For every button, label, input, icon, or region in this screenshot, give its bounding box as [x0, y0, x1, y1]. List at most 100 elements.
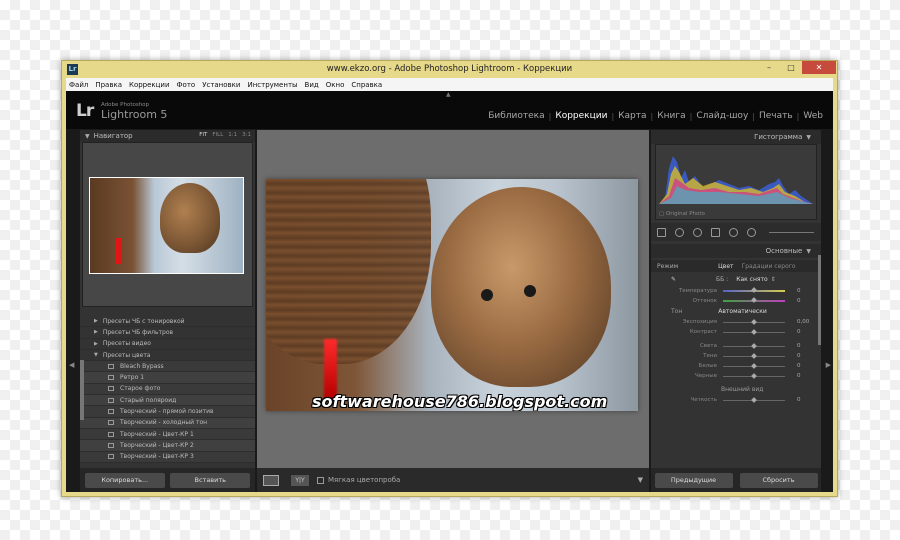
preset-group[interactable]: ▼ Пресеты цвета	[80, 350, 255, 362]
adjustment-brush-icon[interactable]	[747, 227, 756, 237]
menu-photo[interactable]: Фото	[177, 81, 196, 89]
crop-tool-icon[interactable]	[657, 227, 666, 237]
navigator-header[interactable]: ▼ Навигатор FIT FILL 1:1 3:1	[80, 130, 255, 142]
spot-removal-icon[interactable]	[675, 227, 684, 237]
top-panel-toggle-icon[interactable]: ▲	[446, 91, 451, 98]
minimize-button[interactable]: –	[758, 61, 780, 74]
contrast-slider-row[interactable]: Контраст 0	[651, 327, 821, 337]
tint-slider-row[interactable]: Оттенок 0	[651, 296, 821, 306]
shadows-slider[interactable]	[723, 352, 785, 359]
temperature-slider[interactable]	[723, 287, 785, 293]
original-photo-label: ▢ Original Photo	[659, 211, 705, 217]
menu-settings[interactable]: Установки	[202, 81, 240, 89]
zoom-fit[interactable]: FIT	[199, 132, 207, 138]
contrast-slider[interactable]	[723, 328, 785, 335]
mode-color-option[interactable]: Цвет	[718, 263, 733, 270]
photo-canvas[interactable]: softwarehouse786.blogspot.com	[257, 130, 649, 468]
auto-tone-button[interactable]: Автоматически	[718, 308, 766, 315]
blacks-slider-row[interactable]: Черные 0	[651, 371, 821, 381]
mode-grayscale-option[interactable]: Градации серого	[742, 263, 796, 270]
basic-title: Основные	[765, 247, 803, 255]
preset-group[interactable]: ▶ Пресеты видео	[80, 339, 255, 350]
wb-dropdown-icon: ⇕	[770, 275, 776, 283]
whites-slider-row[interactable]: Белые 0	[651, 361, 821, 371]
preset-group[interactable]: ▶ Пресеты ЧБ с тонировкой	[80, 316, 255, 328]
preset-item[interactable]: Старый поляроид	[80, 395, 255, 407]
histogram-header[interactable]: Гистограмма ▼	[651, 130, 821, 144]
eyedropper-icon[interactable]: ✎	[671, 276, 676, 283]
module-library[interactable]: Библиотека	[484, 111, 548, 121]
clarity-slider-row[interactable]: Четкость 0	[651, 395, 821, 405]
preset-icon	[108, 386, 114, 392]
tool-strip	[651, 223, 821, 241]
module-book[interactable]: Книга	[653, 111, 689, 121]
copy-button[interactable]: Копировать...	[84, 472, 165, 488]
watermark-text: softwarehouse786.blogspot.com	[312, 392, 608, 411]
clarity-slider[interactable]	[723, 396, 785, 403]
preset-item[interactable]: Творческий - Цвет-КР 3	[80, 451, 255, 463]
histogram[interactable]: ▢ Original Photo	[655, 144, 817, 220]
module-print[interactable]: Печать	[755, 111, 797, 121]
menu-develop[interactable]: Коррекции	[129, 81, 170, 89]
right-panel-scrollbar[interactable]	[818, 255, 821, 345]
maximize-button[interactable]: □	[780, 61, 802, 74]
exposure-slider-row[interactable]: Экспозиция 0,00	[651, 317, 821, 327]
basic-header[interactable]: Основные ▼	[651, 244, 821, 258]
navigator-thumbnail[interactable]	[89, 177, 244, 274]
exposure-slider[interactable]	[723, 318, 785, 325]
reset-button[interactable]: Сбросить	[739, 472, 818, 488]
left-panel-scrollbar[interactable]	[80, 360, 84, 420]
preset-icon	[108, 442, 114, 448]
zoom-fill[interactable]: FILL	[212, 132, 223, 138]
tool-amount-slider[interactable]	[769, 231, 814, 233]
preset-icon	[108, 431, 114, 437]
right-panel-toggle-icon[interactable]: ▶	[826, 361, 831, 369]
menu-help[interactable]: Справка	[351, 81, 382, 89]
loupe-view-icon[interactable]	[263, 474, 279, 486]
menu-window[interactable]: Окно	[326, 81, 345, 89]
graduated-filter-icon[interactable]	[711, 227, 720, 237]
radial-filter-icon[interactable]	[729, 227, 738, 237]
white-balance-row: ✎ ББ : Как снято ⇕	[651, 272, 821, 286]
preset-item[interactable]: Bleach Bypass	[80, 361, 255, 373]
expand-triangle-icon: ▶	[94, 318, 98, 325]
temperature-slider-row[interactable]: Температура 0	[651, 286, 821, 296]
preset-group[interactable]: ▶ Пресеты ЧБ фильтров	[80, 327, 255, 339]
whites-slider[interactable]	[723, 362, 785, 369]
menu-view[interactable]: Вид	[305, 81, 319, 89]
soft-proof-checkbox[interactable]	[317, 476, 324, 484]
paste-button[interactable]: Вставить	[170, 472, 251, 488]
preset-item[interactable]: Ретро 1	[80, 372, 255, 384]
tint-slider[interactable]	[723, 297, 785, 303]
menu-edit[interactable]: Правка	[95, 81, 122, 89]
close-button[interactable]: ✕	[802, 61, 836, 74]
blacks-slider[interactable]	[723, 372, 785, 379]
preset-item[interactable]: Старое фото	[80, 383, 255, 396]
preset-item[interactable]: Творческий - Цвет-КР 1	[80, 428, 255, 441]
red-eye-icon[interactable]	[693, 227, 702, 237]
app-window: Lr www.ekzo.org - Adobe Photoshop Lightr…	[61, 60, 838, 497]
highlights-slider-row[interactable]: Света 0	[651, 341, 821, 351]
module-develop[interactable]: Коррекции	[551, 111, 611, 121]
left-panel-toggle-icon[interactable]: ◀	[69, 361, 74, 369]
wb-select[interactable]: Как снято	[736, 276, 767, 283]
before-after-button[interactable]: Y|Y	[291, 474, 309, 486]
module-map[interactable]: Карта	[614, 111, 650, 121]
previous-button[interactable]: Предыдущие	[654, 472, 733, 488]
preset-item[interactable]: Творческий - Цвет-КР 2	[80, 440, 255, 452]
module-web[interactable]: Web	[799, 111, 827, 121]
module-slideshow[interactable]: Слайд-шоу	[692, 111, 752, 121]
collapse-triangle-icon: ▼	[94, 352, 98, 359]
shadows-slider-row[interactable]: Тени 0	[651, 351, 821, 361]
window-title: www.ekzo.org - Adobe Photoshop Lightroom…	[326, 64, 573, 74]
preset-item[interactable]: Творческий - прямой позитив	[80, 406, 255, 418]
menu-tools[interactable]: Инструменты	[247, 81, 297, 89]
zoom-1-1[interactable]: 1:1	[228, 132, 237, 138]
preset-item[interactable]: Творческий - холодный тон	[80, 417, 255, 429]
main-photo[interactable]: softwarehouse786.blogspot.com	[266, 179, 638, 411]
title-bar[interactable]: Lr www.ekzo.org - Adobe Photoshop Lightr…	[62, 61, 837, 78]
toolbar-menu-chevron-icon[interactable]: ▼	[638, 476, 643, 484]
zoom-3-1[interactable]: 3:1	[242, 132, 251, 138]
menu-file[interactable]: Файл	[69, 81, 88, 89]
highlights-slider[interactable]	[723, 342, 785, 349]
